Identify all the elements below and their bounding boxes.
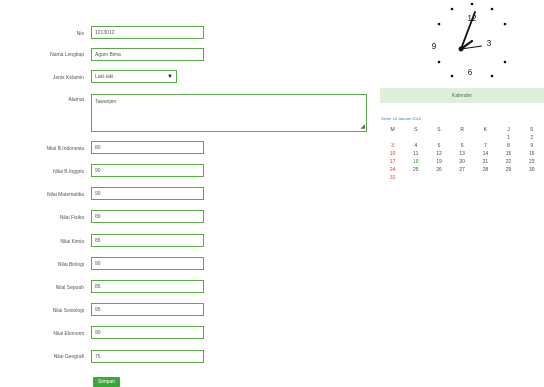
- calendar-day: [474, 134, 497, 142]
- calendar-day[interactable]: 16: [520, 150, 543, 158]
- simpan-button[interactable]: Simpan: [93, 377, 120, 387]
- nis-input[interactable]: 1213012: [91, 26, 204, 39]
- calendar-day[interactable]: 10: [381, 150, 404, 158]
- calendar-date-caption: Senin 18 Januari 2016: [381, 116, 422, 121]
- nilai-label: Nilai B.Inggris: [53, 169, 84, 175]
- calendar-day[interactable]: 28: [474, 166, 497, 174]
- nilai-input[interactable]: 85: [91, 234, 204, 247]
- clock-center: [458, 46, 464, 52]
- calendar-day[interactable]: 13: [451, 150, 474, 158]
- jenis-kelamin-select[interactable]: Laki-laki ▼: [91, 70, 177, 83]
- nilai-input[interactable]: 89: [91, 210, 204, 223]
- calendar-header: Kalender: [380, 88, 544, 103]
- jenis-kelamin-value: Laki-laki: [95, 73, 114, 80]
- calendar-day[interactable]: 15: [497, 150, 520, 158]
- calendar-day: [497, 174, 520, 182]
- calendar-day[interactable]: 22: [497, 158, 520, 166]
- calendar-day[interactable]: 6: [451, 142, 474, 150]
- nilai-label: Nilai Matematika: [47, 192, 84, 198]
- nilai-input[interactable]: 95: [91, 303, 204, 316]
- calendar-day[interactable]: 30: [520, 166, 543, 174]
- calendar-day: [427, 174, 450, 182]
- nilai-label: Nilai B.Indonesia: [46, 146, 84, 152]
- calendar-day: [451, 174, 474, 182]
- calendar-day[interactable]: 31: [381, 174, 404, 182]
- calendar-grid: M S S R K J S 1 2 3 4 5 6 7 8 9 10 11 12 13 14 15 16 17 18 19 20 21…: [381, 126, 544, 182]
- calendar-day[interactable]: 2: [520, 134, 543, 142]
- calendar-weekday: M: [390, 127, 395, 133]
- nilai-input[interactable]: 85: [91, 280, 204, 293]
- calendar-week-row: 17 18 19 20 21 22 23: [381, 158, 544, 166]
- calendar-day[interactable]: 20: [451, 158, 474, 166]
- calendar-day[interactable]: 5: [427, 142, 450, 150]
- calendar-weekday: R: [460, 127, 464, 133]
- nama-input[interactable]: Agam Bima: [91, 48, 204, 61]
- nilai-label: Nilai Sosiologi: [52, 308, 84, 314]
- calendar-day[interactable]: 29: [497, 166, 520, 174]
- nilai-input[interactable]: 75: [91, 350, 204, 363]
- calendar-week-row: 10 11 12 13 14 15 16: [381, 150, 544, 158]
- calendar-week-row: 31: [381, 174, 544, 182]
- calendar-week-row: 24 25 26 27 28 29 30: [381, 166, 544, 174]
- nilai-label: Nilai Sejarah: [55, 285, 84, 291]
- calendar-day[interactable]: 23: [520, 158, 543, 166]
- calendar-week-row: 3456789: [381, 142, 544, 150]
- calendar-day[interactable]: 8: [497, 142, 520, 150]
- calendar-day[interactable]: 4: [404, 142, 427, 150]
- nis-label: Nis: [76, 31, 84, 37]
- nama-label: Nama Lengkap: [50, 52, 84, 58]
- calendar-day: [451, 134, 474, 142]
- jenis-kelamin-label: Jenis Kelamin: [52, 75, 84, 81]
- clock-numeral: 6: [468, 68, 473, 77]
- dropdown-caret-icon: ▼: [167, 73, 173, 80]
- calendar-week-row: 12: [381, 134, 544, 142]
- calendar-day[interactable]: 14: [474, 150, 497, 158]
- calendar-day[interactable]: 1: [497, 134, 520, 142]
- calendar-title: Kalender: [451, 92, 472, 99]
- nilai-label: Nilai Biologi: [57, 262, 84, 268]
- calendar-weekday: S: [414, 127, 418, 133]
- calendar-day[interactable]: 19: [427, 158, 450, 166]
- calendar-weekday: S: [530, 127, 534, 133]
- calendar-weekday: K: [483, 127, 488, 133]
- calendar-day: [404, 174, 427, 182]
- nilai-label: Nilai Ekonomi: [53, 331, 84, 337]
- clock-numeral: 3: [487, 39, 492, 48]
- nilai-input[interactable]: 90: [91, 326, 204, 339]
- resize-handle-icon[interactable]: ◢: [360, 123, 365, 130]
- calendar-day: [427, 134, 450, 142]
- calendar-day[interactable]: 27: [451, 166, 474, 174]
- analog-clock: 12 3 6 9: [432, 2, 507, 78]
- calendar-day: [404, 134, 427, 142]
- nilai-input[interactable]: 90: [91, 164, 204, 177]
- nilai-label: Nilai Geografi: [53, 354, 84, 360]
- alamat-value: Tawanjen: [95, 99, 117, 105]
- nilai-label: Nilai Fisika: [59, 215, 84, 221]
- calendar-day: [474, 174, 497, 182]
- nilai-input[interactable]: 90: [91, 187, 204, 200]
- calendar-weekday: S: [437, 127, 441, 133]
- nilai-label: Nilai Kimia: [60, 239, 84, 245]
- calendar-day[interactable]: 3: [381, 142, 404, 150]
- calendar-day[interactable]: 21: [474, 158, 497, 166]
- calendar-day: [520, 174, 543, 182]
- clock-numeral: 9: [432, 42, 437, 51]
- calendar-day[interactable]: 9: [520, 142, 543, 150]
- alamat-textarea[interactable]: Tawanjen ◢: [91, 94, 367, 132]
- calendar-day: [381, 134, 404, 142]
- alamat-label: Alamat: [68, 97, 84, 103]
- calendar-day[interactable]: 18: [404, 158, 427, 166]
- calendar-day[interactable]: 12: [427, 150, 450, 158]
- calendar-day[interactable]: 17: [381, 158, 404, 166]
- calendar-day[interactable]: 7: [474, 142, 497, 150]
- calendar-weekday-row: MSSRKJS: [381, 126, 544, 134]
- calendar-day[interactable]: 24: [381, 166, 404, 174]
- nilai-input[interactable]: 90: [91, 257, 204, 270]
- calendar-weekday: J: [507, 127, 510, 133]
- calendar-day[interactable]: 26: [427, 166, 450, 174]
- nilai-input[interactable]: 80: [91, 141, 204, 154]
- calendar-day[interactable]: 11: [404, 150, 427, 158]
- calendar-day[interactable]: 25: [404, 166, 427, 174]
